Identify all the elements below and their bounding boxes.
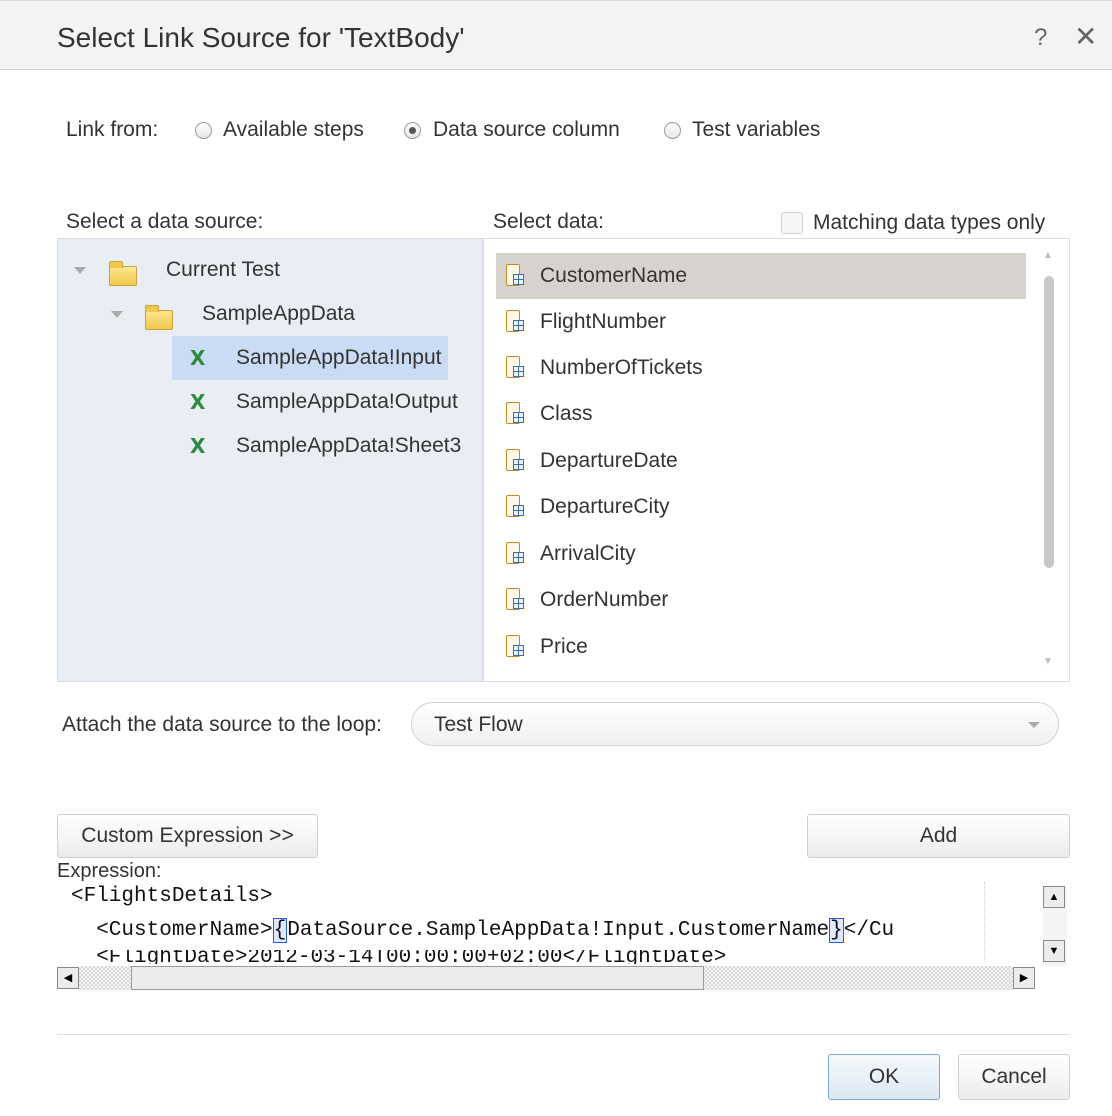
list-item-label: OrderNumber — [540, 588, 669, 611]
list-item-label: Class — [540, 402, 593, 425]
list-item[interactable]: DepartureCity — [496, 484, 1026, 530]
list-item[interactable]: FlightNumber — [496, 299, 1026, 345]
radio-available-steps[interactable] — [195, 122, 212, 139]
expression-line: <CustomerName>{DataSource.SampleAppData!… — [71, 918, 895, 943]
loop-select-value: Test Flow — [434, 713, 523, 736]
link-from-label: Link from: — [66, 118, 159, 141]
tree-item-label: Current Test — [166, 258, 280, 281]
list-item-label: DepartureCity — [540, 495, 670, 518]
column-icon — [506, 402, 524, 424]
expand-arrow-icon[interactable] — [74, 267, 86, 274]
select-data-label: Select data: — [493, 210, 604, 233]
column-icon — [506, 635, 524, 657]
list-item-label: FlightNumber — [540, 310, 667, 333]
cancel-button[interactable]: Cancel — [958, 1054, 1070, 1100]
tree-item-label: SampleAppData!Input — [236, 346, 442, 369]
list-item[interactable]: NumberOfTickets — [496, 345, 1026, 391]
tree-item-sheet3[interactable]: X SampleAppData!Sheet3 — [172, 424, 482, 468]
close-icon[interactable]: ✕ — [1074, 20, 1097, 53]
column-icon — [506, 449, 524, 471]
expr-scroll-up-icon[interactable]: ▲ — [1043, 886, 1065, 908]
tree-item-label: SampleAppData!Output — [236, 390, 458, 413]
column-icon — [506, 356, 524, 378]
column-icon — [506, 495, 524, 517]
radio-test-variables[interactable] — [664, 122, 681, 139]
tree-item-sampleappdata[interactable]: SampleAppData — [58, 292, 478, 336]
expr-scroll-right-icon[interactable]: ▶ — [1013, 967, 1035, 989]
list-item-label: NumberOfTickets — [540, 356, 703, 379]
footer-divider — [57, 1034, 1070, 1035]
column-icon — [506, 264, 524, 286]
list-scrollbar-thumb[interactable] — [1044, 276, 1054, 568]
scroll-up-icon[interactable]: ▲ — [1043, 250, 1053, 261]
list-item[interactable]: CustomerName — [496, 253, 1026, 299]
tree-item-current-test[interactable]: Current Test — [58, 248, 478, 292]
ok-button[interactable]: OK — [828, 1054, 940, 1100]
tree-item-input[interactable]: X SampleAppData!Input — [172, 336, 448, 380]
tree-item-output[interactable]: X SampleAppData!Output — [172, 380, 482, 424]
scroll-down-icon[interactable]: ▼ — [1043, 656, 1053, 667]
add-button[interactable]: Add — [807, 814, 1070, 858]
custom-expression-button[interactable]: Custom Expression >> — [57, 814, 318, 858]
attach-loop-label: Attach the data source to the loop: — [62, 713, 382, 736]
expression-line: <FlightsDetails> — [71, 885, 273, 908]
list-item-label: Price — [540, 635, 588, 658]
dialog-title: Select Link Source for 'TextBody' — [57, 22, 465, 53]
list-item[interactable]: Price — [496, 624, 1026, 670]
column-icon — [506, 588, 524, 610]
list-item[interactable]: OrderNumber — [496, 577, 1026, 623]
radio-data-source-column-label[interactable]: Data source column — [433, 118, 620, 142]
excel-icon: X — [190, 434, 206, 458]
column-icon — [506, 542, 524, 564]
list-item-label: CustomerName — [540, 264, 688, 287]
expr-scroll-left-icon[interactable]: ◀ — [57, 967, 79, 989]
column-icon — [506, 310, 524, 332]
data-column-list: CustomerName FlightNumber NumberOfTicket… — [483, 238, 1070, 682]
list-item[interactable]: DepartureDate — [496, 438, 1026, 484]
radio-available-steps-label[interactable]: Available steps — [223, 118, 364, 142]
list-item-label: DepartureDate — [540, 449, 678, 472]
matching-types-label[interactable]: Matching data types only — [813, 211, 1045, 235]
list-item[interactable]: ArrivalCity — [496, 531, 1026, 577]
select-data-source-label: Select a data source: — [66, 210, 264, 233]
expression-line: <FlightDate>2012-03-14T00:00:00+02:00</F… — [71, 950, 727, 964]
expr-scroll-down-icon[interactable]: ▼ — [1043, 940, 1065, 962]
matching-types-checkbox[interactable] — [781, 212, 803, 234]
list-item-label: ArrivalCity — [540, 542, 636, 565]
expression-label: Expression: — [57, 860, 162, 882]
excel-icon: X — [190, 390, 206, 414]
help-icon[interactable]: ? — [1034, 24, 1047, 52]
folder-icon — [109, 261, 137, 286]
list-item[interactable]: Class — [496, 391, 1026, 437]
data-source-tree: Current Test SampleAppData X SampleAppDa… — [57, 238, 483, 682]
expand-arrow-icon[interactable] — [111, 311, 123, 318]
radio-test-variables-label[interactable]: Test variables — [692, 118, 820, 142]
loop-select[interactable]: Test Flow — [411, 702, 1059, 746]
tree-item-label: SampleAppData — [202, 302, 355, 325]
folder-icon — [145, 305, 173, 330]
radio-data-source-column[interactable] — [404, 122, 421, 139]
expr-hscroll-thumb[interactable] — [131, 966, 704, 990]
excel-icon: X — [190, 346, 206, 370]
chevron-down-icon — [1028, 722, 1040, 728]
tree-item-label: SampleAppData!Sheet3 — [236, 434, 462, 457]
